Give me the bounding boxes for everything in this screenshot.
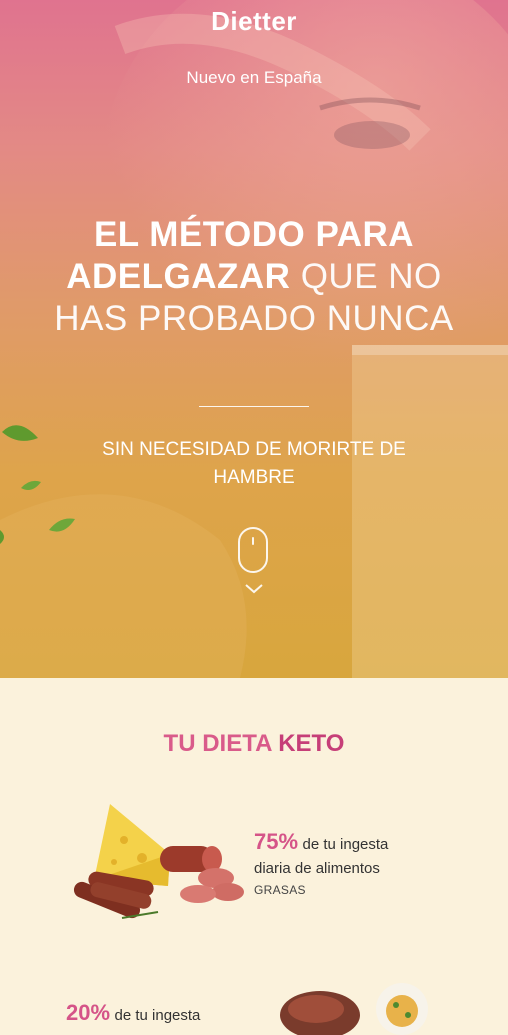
hero-section: Dietter Nuevo en España EL MÉTODO PARA A…: [0, 0, 508, 678]
leaf-icon: [2, 425, 38, 441]
tagline: Nuevo en España: [186, 68, 322, 87]
section-title-prefix: TU DIETA: [163, 730, 272, 757]
brand-logo[interactable]: Dietter: [0, 6, 508, 37]
proteins-food-image: [280, 983, 428, 1035]
fats-food-image: [73, 804, 244, 919]
stat-proteins: 20% de tu ingesta: [66, 1000, 266, 1026]
stat-fats: 75% de tu ingesta diaria de alimentos GR…: [254, 829, 474, 898]
leaf-icon: [49, 518, 75, 532]
stat-text-line2: diaria de alimentos: [254, 860, 380, 877]
hero-subheadline: SIN NECESIDAD DE MORIRTE DE HAMBRE: [102, 439, 406, 488]
section-title: TU DIETA KETO: [0, 730, 508, 758]
stat-caption: GRASAS: [254, 883, 306, 897]
stat-percent: 75%: [254, 829, 299, 854]
chevron-down-icon[interactable]: [244, 582, 264, 596]
stat-text-line1: de tu ingesta: [302, 836, 389, 853]
section-title-emphasis: KETO: [278, 730, 345, 757]
leaf-icon: [21, 480, 41, 490]
scroll-mouse-icon[interactable]: [238, 527, 268, 573]
hero-divider: [199, 406, 309, 407]
hero-headline: EL MÉTODO PARA ADELGAZAR QUE NO HAS PROB…: [40, 214, 468, 340]
stat-text-line1: de tu ingesta: [114, 1007, 201, 1024]
stat-percent: 20%: [66, 1000, 111, 1025]
leaf-icon: [0, 530, 4, 544]
